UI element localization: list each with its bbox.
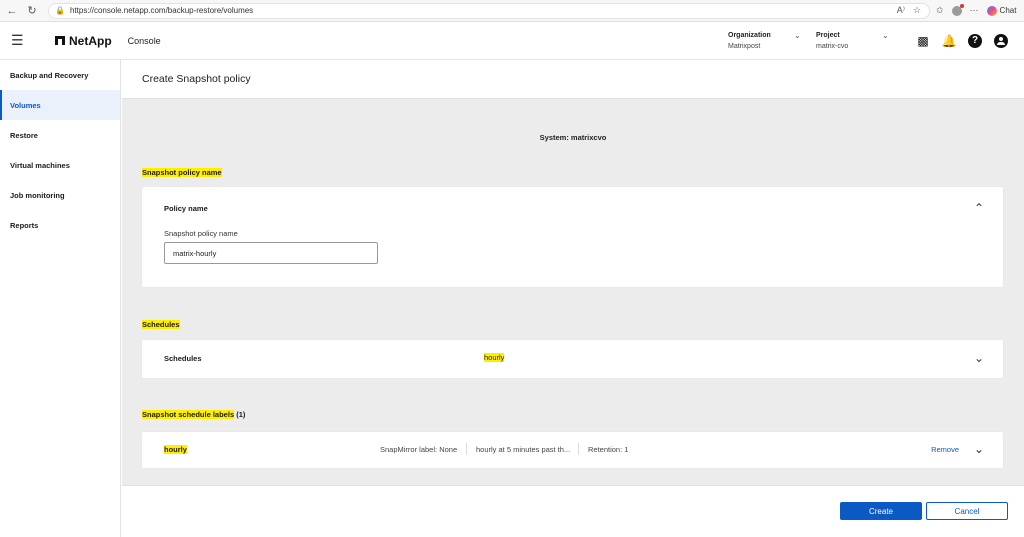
more-icon[interactable]: ⋯ (970, 5, 979, 16)
lock-icon: 🔒 (55, 6, 65, 15)
address-bar[interactable]: 🔒 https://console.netapp.com/backup-rest… (48, 2, 930, 19)
chevron-down-icon[interactable]: ⌄ (973, 442, 985, 456)
refresh-icon[interactable]: ↻ (24, 3, 40, 19)
project-value: matrix-cvo (816, 42, 849, 50)
sidebar-item-job-monitoring[interactable]: Job monitoring (0, 180, 120, 210)
schedules-card-title: Schedules (164, 354, 202, 363)
netapp-logo[interactable]: NetApp (55, 34, 112, 48)
netapp-logo-icon (55, 36, 65, 45)
schedules-section-title: Schedules (142, 320, 180, 329)
schedules-card[interactable]: Schedules hourly ⌄ (142, 340, 1003, 378)
chevron-down-icon[interactable]: ⌄ (973, 351, 985, 365)
copilot-chat-label: Chat (999, 6, 1017, 15)
copilot-icon (986, 5, 997, 16)
app-name: Console (127, 35, 161, 46)
favorite-icon[interactable]: ☆ (913, 5, 921, 16)
page-header: Create Snapshot policy (122, 60, 1024, 99)
browser-toolbar: ← ↻ 🔒 https://console.netapp.com/backup-… (0, 0, 1024, 22)
schedules-section-title-text: Schedules (142, 320, 180, 329)
labels-section-title: Snapshot schedule labels (1) (142, 410, 245, 419)
remove-link[interactable]: Remove (931, 445, 959, 454)
retention-label: Retention: 1 (588, 445, 629, 454)
labels-count: (1) (236, 410, 246, 419)
profile-icon[interactable] (951, 3, 964, 16)
divider (466, 443, 467, 455)
cancel-button[interactable]: Cancel (926, 502, 1008, 520)
menu-icon[interactable]: ☰ (11, 32, 25, 49)
schedule-label-row[interactable]: hourly SnapMirror label: None hourly at … (142, 432, 1003, 468)
labels-section-title-text: Snapshot schedule labels (142, 410, 235, 419)
user-icon[interactable] (994, 33, 1008, 48)
help-icon[interactable]: ? (968, 33, 982, 48)
schedule-description: hourly at 5 minutes past th... (476, 445, 571, 454)
policy-section-title: Snapshot policy name (142, 168, 222, 177)
copilot-chat-button[interactable]: Chat (986, 5, 1017, 16)
schedules-value: hourly (484, 353, 505, 362)
divider (578, 443, 579, 455)
policy-name-input[interactable] (164, 242, 378, 264)
schedule-label-name: hourly (164, 445, 187, 454)
favorites-icon[interactable]: ✩ (936, 5, 944, 16)
policy-name-card-title: Policy name (164, 204, 208, 213)
policy-name-card: Policy name ⌃ Snapshot policy name (142, 187, 1003, 287)
policy-section-title-text: Snapshot policy name (142, 168, 222, 177)
sidebar: Backup and Recovery Volumes Restore Virt… (0, 60, 121, 537)
snapmirror-label: SnapMirror label: None (380, 445, 458, 454)
read-aloud-icon[interactable]: A⁾ (897, 5, 905, 16)
app-header: ☰ NetApp Console Organization Matrixpost… (0, 22, 1024, 60)
sidebar-item-virtual-machines[interactable]: Virtual machines (0, 150, 120, 180)
workload-icon[interactable]: ▩ (916, 34, 930, 48)
chevron-down-icon[interactable]: ⌄ (882, 31, 904, 40)
footer-actions: Create Cancel (122, 485, 1024, 537)
sidebar-item-reports[interactable]: Reports (0, 210, 120, 240)
back-icon[interactable]: ← (4, 3, 20, 19)
page-title: Create Snapshot policy (142, 73, 251, 85)
url-text: https://console.netapp.com/backup-restor… (69, 6, 254, 15)
sidebar-item-backup-and-recovery[interactable]: Backup and Recovery (0, 60, 120, 90)
sidebar-item-restore[interactable]: Restore (0, 120, 120, 150)
organization-value: Matrixpost (728, 42, 761, 50)
policy-name-field-label: Snapshot policy name (164, 229, 238, 238)
chevron-up-icon[interactable]: ⌃ (973, 201, 985, 215)
chevron-down-icon[interactable]: ⌄ (794, 31, 816, 40)
create-button[interactable]: Create (840, 502, 922, 520)
bell-icon[interactable]: 🔔 (942, 34, 957, 48)
system-label: System: matrixcvo (539, 133, 607, 142)
brand-name: NetApp (69, 33, 112, 48)
sidebar-item-volumes[interactable]: Volumes (0, 90, 120, 120)
main-content: Create Snapshot policy System: matrixcvo… (122, 60, 1024, 537)
